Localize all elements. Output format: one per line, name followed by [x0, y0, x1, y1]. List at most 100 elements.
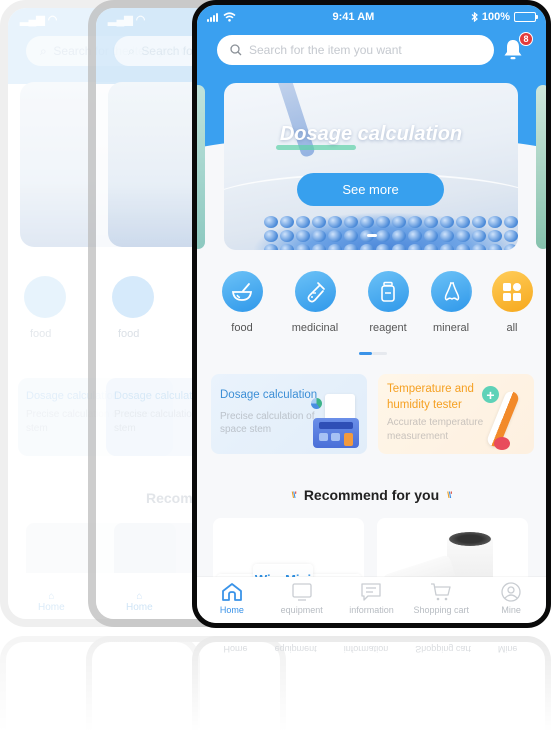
- promo-subtitle: Precise calculation of space stem: [220, 410, 315, 436]
- tab-label: Shopping cart: [413, 605, 470, 615]
- bead: [280, 230, 294, 242]
- mortar-bowl-icon: [231, 282, 253, 301]
- search-bar[interactable]: [217, 35, 494, 65]
- tab-equipment[interactable]: equipment: [267, 577, 337, 623]
- category-label: all: [506, 322, 518, 334]
- reflection-frame: [86, 636, 286, 746]
- home-icon: [221, 583, 242, 601]
- bead: [488, 216, 502, 228]
- ghost-tab-home: ⌂ Home: [38, 591, 65, 613]
- banner-prev-slide[interactable]: [197, 85, 205, 249]
- recommend-section-header: \\' Recommend for you \\': [197, 487, 546, 503]
- ghost-tab-home-label: Home: [126, 602, 153, 613]
- search-input[interactable]: [249, 43, 469, 57]
- category-reagent[interactable]: reagent: [358, 271, 418, 334]
- category-icon-circle: [431, 271, 472, 312]
- battery-icon: [513, 12, 538, 22]
- bead: [472, 230, 486, 242]
- search-icon: [230, 44, 242, 56]
- cart-icon: [431, 583, 451, 601]
- grid-icon: [503, 282, 521, 301]
- category-icon-circle: [221, 271, 263, 312]
- tab-mine[interactable]: Mine: [476, 577, 546, 623]
- test-tube-icon: [307, 281, 325, 302]
- mockup-reflection: Home equipment information Shopping cart…: [0, 636, 551, 749]
- bead: [344, 230, 358, 242]
- bead: [408, 216, 422, 228]
- category-label: medicinal: [291, 322, 339, 334]
- bead: [488, 244, 502, 250]
- category-label: reagent: [369, 322, 407, 334]
- promo-card-dosage[interactable]: Dosage calculation Precise calculation o…: [211, 374, 367, 454]
- bead: [440, 230, 454, 242]
- tab-label: equipment: [280, 605, 323, 615]
- banner-carousel[interactable]: Dosage calculation See more: [197, 83, 546, 251]
- promo-card-temperature[interactable]: Temperature and humidity tester Accurate…: [378, 374, 534, 454]
- see-more-button[interactable]: See more: [297, 173, 444, 206]
- bead: [328, 244, 342, 250]
- bead: [360, 244, 374, 250]
- bead: [376, 216, 390, 228]
- tab-shopping-cart[interactable]: Shopping cart: [406, 577, 476, 623]
- bead: [440, 216, 454, 228]
- bead: [296, 230, 310, 242]
- category-icon-circle: [367, 271, 409, 312]
- status-bar: 9:41 AM 100%: [197, 5, 546, 29]
- bead: [504, 230, 518, 242]
- category-icon-circle: [491, 271, 533, 312]
- battery-percent: 100%: [481, 11, 510, 23]
- banner-slide[interactable]: Dosage calculation See more: [224, 83, 518, 250]
- category-icon-circle: [294, 271, 336, 312]
- message-icon: [361, 583, 382, 601]
- banner-title: Dosage calculation: [279, 123, 463, 145]
- bead: [504, 244, 518, 250]
- promo-title: Temperature and humidity tester: [387, 383, 474, 411]
- bead: [264, 216, 278, 228]
- bottom-tab-bar: Home equipment information Shopping cart…: [197, 577, 546, 623]
- bead: [312, 244, 326, 250]
- wifi-icon: [223, 12, 236, 22]
- tab-label: Home: [219, 605, 244, 615]
- bead: [408, 230, 422, 242]
- bead: [312, 216, 326, 228]
- notification-button[interactable]: 8: [502, 32, 533, 62]
- recommend-title: Recommend for you: [303, 487, 440, 503]
- product-image-lid: [449, 532, 491, 546]
- ghost-category-icon: [112, 276, 154, 318]
- reflection-frame: [192, 636, 551, 746]
- bead: [264, 244, 278, 250]
- category-food[interactable]: food: [212, 271, 272, 334]
- bead: [456, 230, 470, 242]
- bead: [456, 216, 470, 228]
- promo-subtitle: Accurate temperature measurement: [387, 417, 484, 442]
- tab-home[interactable]: Home: [197, 577, 267, 623]
- ghost-tab-home-label: Home: [38, 602, 65, 613]
- category-row: food medicinal reagent mineral all: [197, 271, 546, 341]
- bead: [280, 244, 294, 250]
- category-all[interactable]: all: [482, 271, 542, 334]
- status-time: 9:41 AM: [332, 11, 375, 23]
- bead: [344, 244, 358, 250]
- bead: [392, 230, 406, 242]
- bead: [328, 216, 342, 228]
- thermometer-icon: +: [476, 382, 526, 454]
- banner-next-slide[interactable]: [536, 85, 546, 249]
- bead: [424, 244, 438, 250]
- calculator-icon: [311, 394, 361, 448]
- bead: [472, 244, 486, 250]
- ghost-category-label: food: [30, 328, 52, 340]
- reflection-frame: [0, 636, 200, 746]
- tab-label: Mine: [501, 605, 521, 615]
- bead: [392, 216, 406, 228]
- bead: [344, 216, 358, 228]
- reflection-tab-labels: Home equipment information Shopping cart…: [223, 644, 518, 654]
- category-medicinal[interactable]: medicinal: [285, 271, 345, 334]
- phone-screen: 9:41 AM 100% 8 Dosage calculation See mo…: [192, 0, 551, 628]
- bead: [264, 230, 278, 242]
- monitor-icon: [292, 583, 312, 601]
- notification-badge: 8: [519, 32, 533, 46]
- flask-icon: [444, 281, 459, 301]
- bead: [296, 244, 310, 250]
- bead: [424, 216, 438, 228]
- tab-information[interactable]: information: [337, 577, 407, 623]
